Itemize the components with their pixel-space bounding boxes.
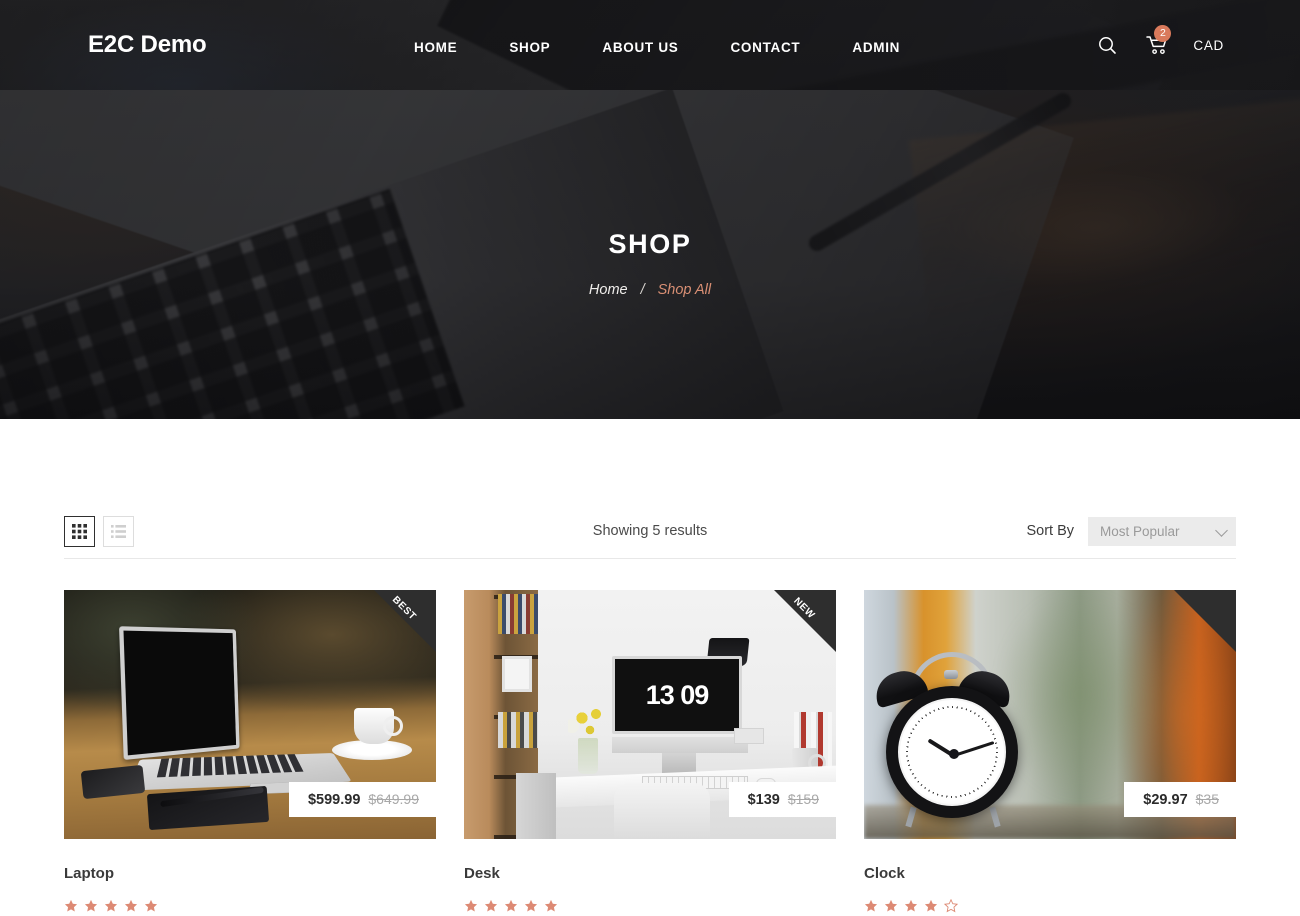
sort-by-select[interactable]: Most Popular bbox=[1088, 516, 1236, 546]
price-badge: $29.97 $35 bbox=[1124, 782, 1236, 817]
list-view-icon bbox=[111, 524, 126, 538]
grid-view-button[interactable] bbox=[64, 515, 95, 547]
product-image[interactable]: BEST $599.99 $649.99 bbox=[64, 590, 436, 839]
search-button[interactable] bbox=[1093, 30, 1121, 60]
results-count: Showing 5 results bbox=[592, 523, 708, 539]
product-name[interactable]: Laptop bbox=[64, 865, 436, 882]
star-filled-icon bbox=[864, 899, 878, 912]
star-filled-icon bbox=[84, 899, 98, 912]
sort-by-value: Most Popular bbox=[1100, 523, 1180, 539]
clock-button-shape bbox=[944, 670, 958, 679]
chair-shape bbox=[614, 783, 710, 839]
breadcrumb: Home / Shop All bbox=[589, 282, 711, 298]
star-filled-icon bbox=[124, 899, 138, 912]
site-logo[interactable]: E2C Demo bbox=[88, 31, 207, 59]
clock-body-shape bbox=[886, 686, 1018, 818]
product-price: $599.99 bbox=[307, 792, 361, 808]
star-filled-icon bbox=[544, 899, 558, 912]
picture-frame-shape bbox=[502, 656, 532, 692]
product-ribbon bbox=[374, 590, 436, 652]
list-view-button[interactable] bbox=[103, 515, 134, 547]
product-rating bbox=[464, 899, 836, 913]
sort-by-label: Sort By bbox=[1026, 523, 1074, 539]
chevron-down-icon bbox=[1215, 523, 1228, 537]
nav-item-home[interactable]: HOME bbox=[388, 36, 483, 59]
view-mode-toggles bbox=[64, 515, 134, 547]
star-filled-icon bbox=[524, 899, 538, 912]
price-badge: $139 $159 bbox=[728, 782, 836, 817]
product-name[interactable]: Clock bbox=[864, 865, 1236, 882]
star-outline-icon bbox=[944, 899, 958, 913]
grid-view-icon bbox=[72, 523, 87, 539]
product-card[interactable]: 13 09 NEW $139 $159 Desk bbox=[464, 590, 836, 913]
star-filled-icon bbox=[884, 899, 898, 912]
wall-switch-shape bbox=[734, 728, 764, 744]
currency-selector[interactable]: CAD bbox=[1193, 38, 1224, 53]
nav-item-contact[interactable]: CONTACT bbox=[704, 36, 826, 59]
breadcrumb-link-home[interactable]: Home bbox=[589, 282, 628, 298]
product-price: $139 bbox=[747, 792, 780, 808]
sort-controls: Sort By Most Popular bbox=[1026, 516, 1236, 546]
clock-foot-shape bbox=[905, 806, 917, 828]
site-header: E2C Demo HOME SHOP ABOUT US CONTACT ADMI… bbox=[0, 0, 1300, 90]
product-image[interactable]: $29.97 $35 bbox=[864, 590, 1236, 839]
product-ribbon bbox=[774, 590, 836, 652]
search-icon bbox=[1098, 36, 1116, 54]
nav-item-admin[interactable]: ADMIN bbox=[826, 36, 926, 59]
main-navigation: HOME SHOP ABOUT US CONTACT ADMIN bbox=[388, 36, 926, 59]
nav-item-about-us[interactable]: ABOUT US bbox=[576, 36, 704, 59]
star-filled-icon bbox=[104, 899, 118, 912]
star-filled-icon bbox=[904, 899, 918, 912]
cart-button[interactable]: 2 bbox=[1143, 25, 1172, 60]
product-card[interactable]: BEST $599.99 $649.99 Laptop bbox=[64, 590, 436, 913]
product-name[interactable]: Desk bbox=[464, 865, 836, 882]
star-filled-icon bbox=[504, 899, 518, 912]
page-hero-banner: SHOP Home / Shop All bbox=[0, 90, 1300, 419]
product-card[interactable]: $29.97 $35 Clock bbox=[864, 590, 1236, 913]
clock-center-pin-shape bbox=[949, 749, 959, 759]
imac-clock-text: 13 09 bbox=[645, 679, 710, 710]
star-filled-icon bbox=[64, 899, 78, 912]
laptop-screen-shape bbox=[119, 626, 240, 761]
clock-face-shape bbox=[898, 698, 1006, 806]
clock-foot-shape bbox=[989, 806, 1001, 828]
phone-shape bbox=[80, 764, 146, 800]
nav-item-shop[interactable]: SHOP bbox=[483, 36, 576, 59]
flower-vase-shape bbox=[560, 706, 614, 776]
star-filled-icon bbox=[144, 899, 158, 912]
product-grid: BEST $599.99 $649.99 Laptop 13 09 NEW $1… bbox=[64, 590, 1236, 913]
shelf-books-shape bbox=[498, 594, 538, 634]
product-price: $29.97 bbox=[1143, 792, 1188, 808]
product-rating bbox=[64, 899, 436, 913]
star-filled-icon bbox=[464, 899, 478, 912]
shelf-books-shape bbox=[498, 712, 538, 748]
product-compare-price: $159 bbox=[787, 791, 819, 807]
shop-toolbar: Showing 5 results Sort By Most Popular bbox=[64, 504, 1236, 559]
imac-chin-shape bbox=[612, 737, 748, 753]
cart-count-badge: 2 bbox=[1154, 25, 1172, 42]
product-image[interactable]: 13 09 NEW $139 $159 bbox=[464, 590, 836, 839]
price-badge: $599.99 $649.99 bbox=[288, 782, 436, 817]
product-ribbon bbox=[1174, 590, 1236, 652]
product-compare-price: $35 bbox=[1195, 791, 1219, 807]
star-filled-icon bbox=[924, 899, 938, 912]
breadcrumb-separator: / bbox=[640, 282, 645, 298]
computer-tower-shape bbox=[516, 773, 556, 839]
product-rating bbox=[864, 899, 1236, 913]
header-actions: 2 CAD bbox=[1093, 25, 1224, 60]
page-title: SHOP bbox=[608, 229, 692, 259]
shop-main: Showing 5 results Sort By Most Popular B… bbox=[0, 504, 1300, 913]
coffee-cup-shape bbox=[354, 708, 403, 744]
breadcrumb-current: Shop All bbox=[657, 282, 712, 298]
product-compare-price: $649.99 bbox=[368, 791, 419, 807]
imac-screen-shape: 13 09 bbox=[612, 656, 742, 734]
star-filled-icon bbox=[484, 899, 498, 912]
